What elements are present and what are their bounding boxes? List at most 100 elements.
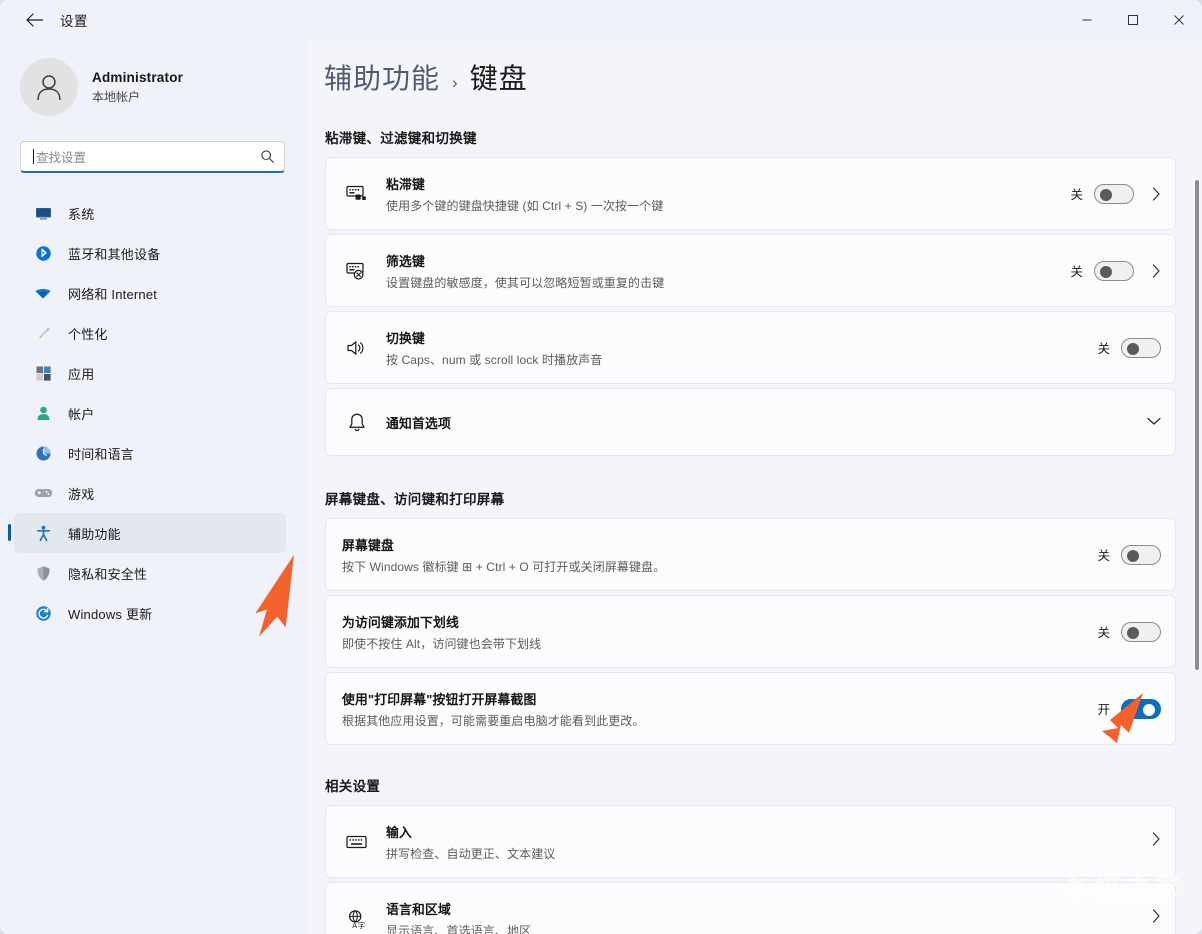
toggle-state-label: 关 bbox=[1070, 261, 1083, 280]
accessibility-icon bbox=[30, 525, 56, 542]
setting-row-onscreen-keyboard[interactable]: 屏幕键盘 按下 Windows 徽标键 ⊞ + Ctrl + O 可打开或关闭屏… bbox=[325, 518, 1176, 591]
sidebar-nav: 系统 蓝牙和其他设备 网络和 Interne bbox=[0, 193, 308, 633]
breadcrumb: 辅助功能 › 键盘 bbox=[324, 57, 1202, 97]
back-button[interactable] bbox=[14, 4, 54, 36]
setting-title: 语言和区域 bbox=[386, 899, 1152, 918]
sidebar-item-label: 个性化 bbox=[68, 324, 108, 343]
svg-text:A: A bbox=[352, 921, 357, 929]
card-group-sticky-filter-toggle: 粘滞键 使用多个键的键盘快捷键 (如 Ctrl + S) 一次按一个键 关 bbox=[325, 157, 1176, 456]
page-title: 键盘 bbox=[470, 57, 528, 97]
setting-row-underline-access-keys[interactable]: 为访问键添加下划线 即使不按住 Alt，访问键也会带下划线 关 bbox=[325, 595, 1176, 668]
bell-icon bbox=[342, 412, 372, 433]
setting-row-typing[interactable]: 输入 拼写检查、自动更正、文本建议 bbox=[325, 805, 1176, 878]
setting-controls: 关 bbox=[1097, 622, 1161, 642]
setting-controls: 开 bbox=[1097, 699, 1161, 719]
setting-row-printscreen-snipping[interactable]: 使用"打印屏幕"按钮打开屏幕截图 根据其他应用设置，可能需要重启电脑才能看到此更… bbox=[325, 672, 1176, 745]
sidebar-item-personalization[interactable]: 个性化 bbox=[14, 313, 286, 353]
setting-text: 屏幕键盘 按下 Windows 徽标键 ⊞ + Ctrl + O 可打开或关闭屏… bbox=[342, 535, 1097, 575]
chevron-right-icon[interactable] bbox=[1152, 832, 1161, 851]
filter-keys-icon bbox=[342, 261, 372, 281]
sidebar-item-system[interactable]: 系统 bbox=[14, 193, 286, 233]
filter-keys-toggle[interactable] bbox=[1094, 261, 1134, 281]
sidebar: Administrator 本地帐户 查找设置 bbox=[0, 40, 308, 934]
setting-controls bbox=[1147, 413, 1161, 431]
svg-text:字: 字 bbox=[358, 921, 365, 929]
setting-row-sticky-keys[interactable]: 粘滞键 使用多个键的键盘快捷键 (如 Ctrl + S) 一次按一个键 关 bbox=[325, 157, 1176, 230]
search-container: 查找设置 bbox=[20, 141, 285, 173]
setting-text: 语言和区域 显示语言、首选语言、地区 bbox=[386, 899, 1152, 934]
sidebar-item-time-language[interactable]: 时间和语言 bbox=[14, 433, 286, 473]
setting-controls: 关 bbox=[1097, 338, 1161, 358]
sidebar-item-label: 辅助功能 bbox=[68, 524, 121, 543]
vertical-scrollbar[interactable] bbox=[1195, 180, 1199, 670]
sidebar-item-accounts[interactable]: 帐户 bbox=[14, 393, 286, 433]
setting-text: 为访问键添加下划线 即使不按住 Alt，访问键也会带下划线 bbox=[342, 612, 1097, 652]
setting-controls bbox=[1152, 832, 1161, 851]
minimize-button[interactable] bbox=[1064, 0, 1110, 40]
setting-row-toggle-keys[interactable]: 切换键 按 Caps、num 或 scroll lock 时播放声音 关 bbox=[325, 311, 1176, 384]
setting-description: 即使不按住 Alt，访问键也会带下划线 bbox=[342, 635, 1097, 652]
setting-row-language-region[interactable]: A 字 语言和区域 显示语言、首选语言、地区 bbox=[325, 882, 1176, 934]
title-bar: 设置 bbox=[0, 0, 1202, 40]
sidebar-item-windows-update[interactable]: Windows 更新 bbox=[14, 593, 286, 633]
setting-description: 显示语言、首选语言、地区 bbox=[386, 922, 1152, 934]
time-language-icon bbox=[30, 445, 56, 462]
watermark: 系统之家 bbox=[1064, 867, 1184, 904]
setting-text: 输入 拼写检查、自动更正、文本建议 bbox=[386, 822, 1152, 862]
apps-icon bbox=[30, 365, 56, 382]
setting-text: 切换键 按 Caps、num 或 scroll lock 时播放声音 bbox=[386, 328, 1097, 368]
user-profile[interactable]: Administrator 本地帐户 bbox=[20, 58, 308, 116]
setting-description: 按下 Windows 徽标键 ⊞ + Ctrl + O 可打开或关闭屏幕键盘。 bbox=[342, 558, 1097, 575]
sidebar-item-label: 系统 bbox=[68, 204, 94, 223]
sticky-keys-icon bbox=[342, 184, 372, 204]
chevron-right-icon[interactable] bbox=[1152, 187, 1161, 201]
profile-text: Administrator 本地帐户 bbox=[92, 70, 183, 105]
system-icon bbox=[30, 205, 56, 222]
sidebar-item-bluetooth[interactable]: 蓝牙和其他设备 bbox=[14, 233, 286, 273]
window-controls bbox=[1064, 0, 1202, 40]
toggle-keys-toggle[interactable] bbox=[1121, 338, 1161, 358]
setting-title: 切换键 bbox=[386, 328, 1097, 347]
sticky-keys-toggle[interactable] bbox=[1094, 184, 1134, 204]
close-button[interactable] bbox=[1156, 0, 1202, 40]
sidebar-item-label: 帐户 bbox=[68, 404, 94, 423]
underline-access-keys-toggle[interactable] bbox=[1121, 622, 1161, 642]
setting-title: 通知首选项 bbox=[386, 413, 1147, 432]
breadcrumb-root[interactable]: 辅助功能 bbox=[324, 57, 440, 97]
section-title-related-settings: 相关设置 bbox=[325, 775, 1202, 795]
sidebar-item-label: 网络和 Internet bbox=[68, 284, 157, 303]
setting-text: 筛选键 设置键盘的敏感度，使其可以忽略短暂或重复的击键 bbox=[386, 251, 1070, 291]
profile-name: Administrator bbox=[92, 70, 183, 85]
search-placeholder: 查找设置 bbox=[36, 147, 86, 166]
toggle-keys-icon bbox=[342, 338, 372, 358]
chevron-down-icon[interactable] bbox=[1147, 413, 1161, 431]
sidebar-item-apps[interactable]: 应用 bbox=[14, 353, 286, 393]
printscreen-snipping-toggle[interactable] bbox=[1121, 699, 1161, 719]
toggle-state-label: 关 bbox=[1070, 184, 1083, 203]
sidebar-item-gaming[interactable]: 游戏 bbox=[14, 473, 286, 513]
search-input[interactable]: 查找设置 bbox=[20, 141, 285, 173]
sidebar-item-label: Windows 更新 bbox=[68, 604, 152, 623]
toggle-state-label: 开 bbox=[1097, 699, 1110, 718]
avatar bbox=[20, 58, 78, 116]
setting-title: 为访问键添加下划线 bbox=[342, 612, 1097, 631]
profile-subtitle: 本地帐户 bbox=[92, 88, 183, 105]
windows-update-icon bbox=[30, 605, 56, 622]
breadcrumb-separator: › bbox=[452, 73, 458, 93]
sidebar-item-privacy-security[interactable]: 隐私和安全性 bbox=[14, 553, 286, 593]
personalization-icon bbox=[30, 325, 56, 342]
sidebar-item-network[interactable]: 网络和 Internet bbox=[14, 273, 286, 313]
language-region-icon: A 字 bbox=[342, 909, 372, 929]
sidebar-item-label: 应用 bbox=[68, 364, 94, 383]
sidebar-item-accessibility[interactable]: 辅助功能 bbox=[14, 513, 286, 553]
chevron-right-icon[interactable] bbox=[1152, 264, 1161, 278]
setting-row-filter-keys[interactable]: 筛选键 设置键盘的敏感度，使其可以忽略短暂或重复的击键 关 bbox=[325, 234, 1176, 307]
setting-description: 设置键盘的敏感度，使其可以忽略短暂或重复的击键 bbox=[386, 274, 1070, 291]
setting-text: 使用"打印屏幕"按钮打开屏幕截图 根据其他应用设置，可能需要重启电脑才能看到此更… bbox=[342, 689, 1097, 729]
onscreen-keyboard-toggle[interactable] bbox=[1121, 545, 1161, 565]
chevron-right-icon[interactable] bbox=[1152, 909, 1161, 928]
maximize-button[interactable] bbox=[1110, 0, 1156, 40]
setting-description: 拼写检查、自动更正、文本建议 bbox=[386, 845, 1152, 862]
setting-row-notification-preferences[interactable]: 通知首选项 bbox=[325, 388, 1176, 456]
card-group-related-settings: 输入 拼写检查、自动更正、文本建议 A bbox=[325, 805, 1176, 934]
